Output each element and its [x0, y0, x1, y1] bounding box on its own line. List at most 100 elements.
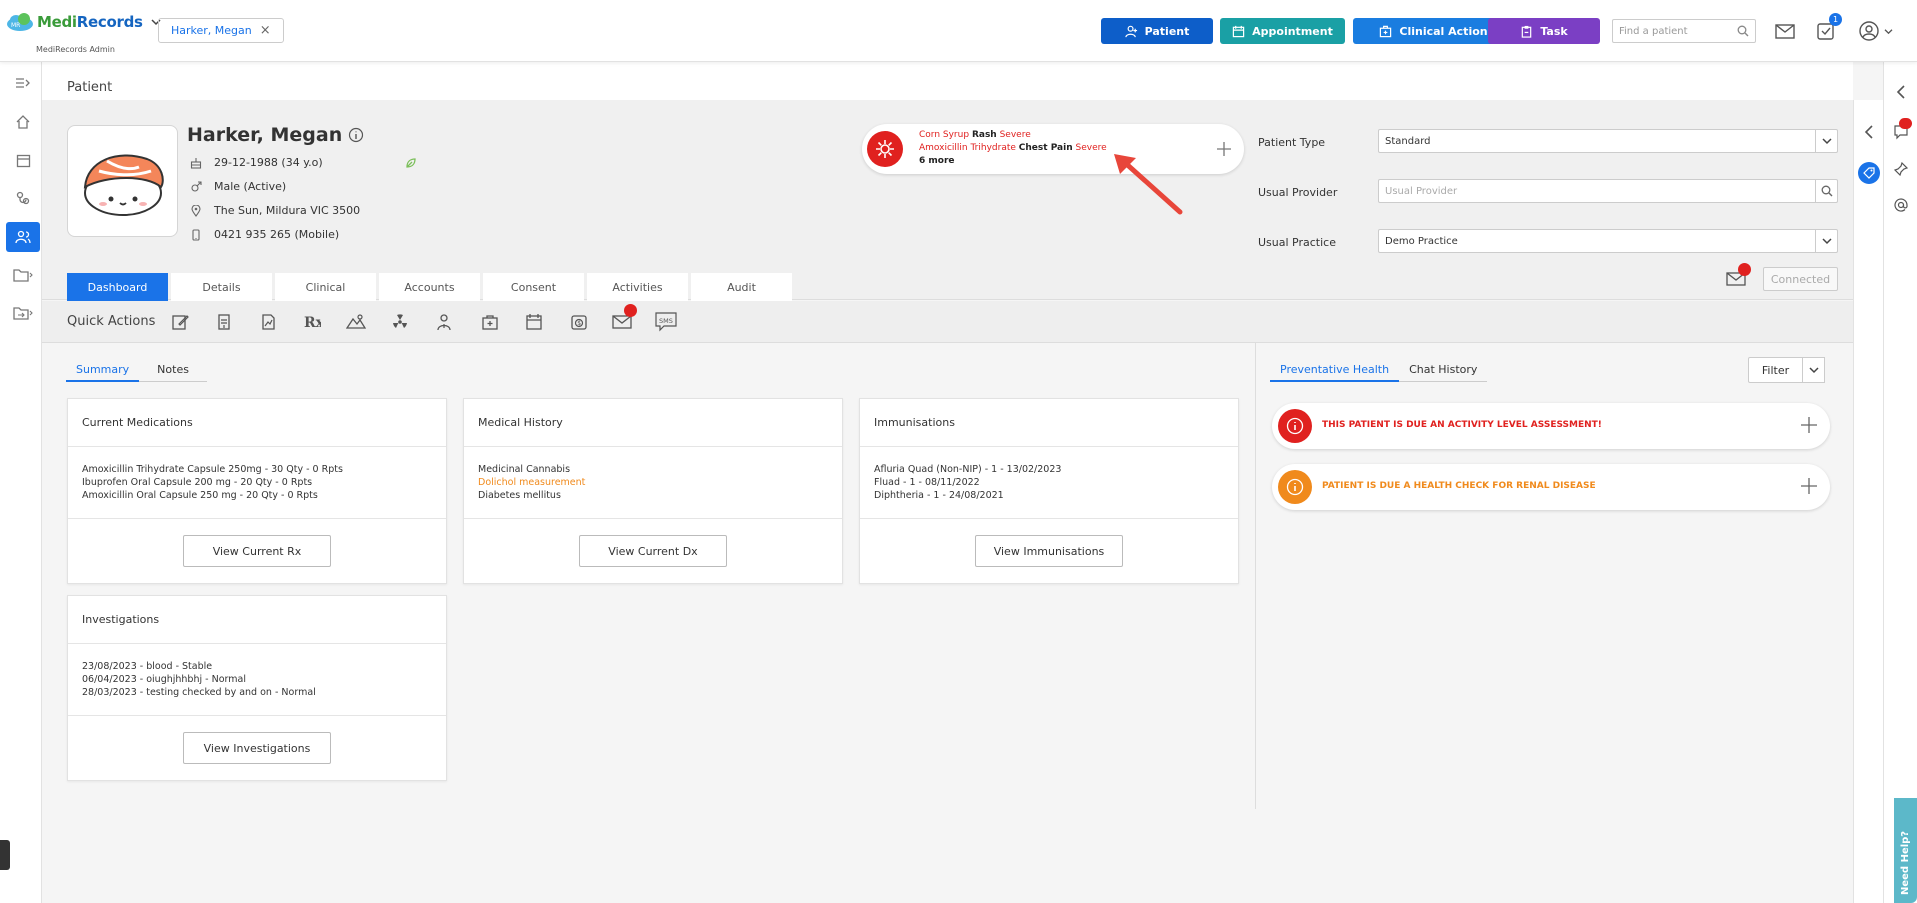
- rail-clinical[interactable]: [6, 183, 40, 213]
- tab-activities[interactable]: Activities: [587, 273, 688, 301]
- referral-icon[interactable]: [212, 310, 236, 334]
- appointment-button-label: Appointment: [1252, 24, 1333, 38]
- find-patient-input[interactable]: Find a patient: [1612, 19, 1756, 43]
- subtab-preventative-health[interactable]: Preventative Health: [1270, 358, 1400, 382]
- patient-phone-row: 0421 935 265 (Mobile): [190, 228, 339, 241]
- send-mail-icon[interactable]: 3: [610, 304, 637, 334]
- sms-icon[interactable]: SMS: [654, 310, 678, 334]
- view-immunisations-button[interactable]: View Immunisations: [975, 535, 1123, 567]
- tab-accounts[interactable]: Accounts: [379, 273, 480, 301]
- message-indicator[interactable]: 1: [1726, 263, 1751, 287]
- doctor-icon[interactable]: [432, 310, 456, 334]
- billing-icon[interactable]: $: [567, 310, 591, 334]
- rail-calendar[interactable]: [6, 145, 40, 175]
- usual-practice-value: Demo Practice: [1385, 235, 1458, 247]
- appointment-calendar-icon[interactable]: [522, 310, 546, 334]
- chevron-left-icon[interactable]: [1895, 84, 1907, 100]
- rail-home[interactable]: [6, 107, 40, 137]
- medical-history-card: Medical History Medicinal Cannabis Dolic…: [463, 398, 843, 584]
- tab-consent[interactable]: Consent: [483, 273, 584, 301]
- patient-button-label: Patient: [1144, 24, 1190, 38]
- at-mention-icon[interactable]: [1894, 198, 1908, 212]
- prescription-icon[interactable]: Rx: [300, 310, 324, 334]
- imaging-icon[interactable]: [344, 310, 368, 334]
- task-button[interactable]: Task: [1488, 18, 1600, 44]
- chevron-down-icon: [1815, 130, 1837, 152]
- info-icon[interactable]: [348, 127, 364, 143]
- pin-icon[interactable]: [1894, 162, 1908, 176]
- page-header-bar: [42, 62, 1853, 102]
- rail-folders[interactable]: [6, 260, 40, 290]
- search-icon[interactable]: [1815, 180, 1837, 202]
- tab-clinical[interactable]: Clinical: [275, 273, 376, 301]
- sushi-avatar-icon: [83, 154, 164, 216]
- view-investigations-button[interactable]: View Investigations: [183, 732, 331, 764]
- chevron-left-icon[interactable]: [1863, 124, 1875, 140]
- rail-collapse-toggle[interactable]: [6, 68, 40, 98]
- view-current-rx-button[interactable]: View Current Rx: [183, 535, 331, 567]
- app-logo[interactable]: MR MediRecords: [6, 12, 161, 32]
- annotation-arrow: [1114, 154, 1183, 215]
- radiation-icon[interactable]: [388, 310, 412, 334]
- card-body: Amoxicillin Trihydrate Capsule 250mg - 3…: [68, 447, 446, 519]
- patient-tabs: Dashboard Details Clinical Accounts Cons…: [67, 273, 792, 301]
- plus-icon[interactable]: [1216, 141, 1232, 157]
- subtab-summary[interactable]: Summary: [66, 358, 140, 382]
- patient-avatar[interactable]: [67, 125, 178, 237]
- preventative-alert-card[interactable]: PATIENT IS DUE A HEALTH CHECK FOR RENAL …: [1272, 464, 1830, 510]
- view-current-dx-button[interactable]: View Current Dx: [579, 535, 727, 567]
- subtab-notes[interactable]: Notes: [139, 358, 207, 382]
- allergy-icon: [867, 131, 903, 167]
- preventative-alert-card[interactable]: THIS PATIENT IS DUE AN ACTIVITY LEVEL AS…: [1272, 403, 1830, 449]
- svg-text:MR: MR: [11, 22, 20, 29]
- filter-button[interactable]: Filter: [1748, 357, 1803, 383]
- chart-document-icon[interactable]: [256, 310, 280, 334]
- svg-text:$: $: [577, 320, 581, 327]
- plus-icon[interactable]: [1800, 416, 1818, 434]
- mail-icon[interactable]: [1774, 20, 1796, 42]
- left-nav-rail: [0, 62, 42, 903]
- rail-patients[interactable]: [6, 222, 40, 252]
- notifications-indicator[interactable]: 11: [1893, 118, 1912, 140]
- cloud-logo-icon: MR: [7, 13, 33, 31]
- open-patient-tab[interactable]: Harker, Megan ×: [158, 18, 284, 43]
- tab-dashboard[interactable]: Dashboard: [67, 273, 168, 301]
- medical-kit-icon[interactable]: [478, 310, 502, 334]
- tasks-badge: 1: [1829, 13, 1842, 26]
- immunisations-card: Immunisations Afluria Quad (Non-NIP) - 1…: [859, 398, 1239, 584]
- subtab-chat-history[interactable]: Chat History: [1399, 358, 1488, 382]
- patient-type-select[interactable]: Standard: [1378, 129, 1838, 153]
- filter-dropdown[interactable]: Filter: [1748, 357, 1825, 383]
- usual-provider-input[interactable]: Usual Provider: [1378, 179, 1838, 203]
- list-item: 23/08/2023 - blood - Stable: [82, 661, 213, 672]
- user-menu[interactable]: [1858, 20, 1893, 42]
- svg-text:Rx: Rx: [304, 315, 321, 331]
- clipboard-icon: [1522, 25, 1532, 38]
- rail-exports[interactable]: [6, 298, 40, 328]
- tab-audit[interactable]: Audit: [691, 273, 792, 301]
- connected-status-button[interactable]: Connected: [1763, 267, 1838, 291]
- open-patient-tab-label: Harker, Megan: [171, 24, 252, 37]
- home-icon: [16, 115, 30, 129]
- allergy-more-link[interactable]: 6 more: [919, 155, 1107, 168]
- search-icon[interactable]: [1737, 25, 1749, 37]
- find-patient-placeholder: Find a patient: [1619, 25, 1688, 37]
- edit-note-icon[interactable]: [168, 310, 192, 334]
- panel-divider: [1255, 343, 1256, 809]
- tag-icon[interactable]: [1858, 162, 1880, 184]
- preventative-alert-text: PATIENT IS DUE A HEALTH CHECK FOR RENAL …: [1322, 481, 1596, 491]
- app-subtitle: MediRecords Admin: [36, 45, 115, 54]
- appointment-button[interactable]: Appointment: [1220, 18, 1345, 44]
- chevron-down-icon[interactable]: [1803, 357, 1825, 383]
- need-help-button[interactable]: Need Help?: [1894, 798, 1917, 903]
- tab-details[interactable]: Details: [171, 273, 272, 301]
- patient-button[interactable]: Patient: [1101, 18, 1213, 44]
- side-drawer-tab[interactable]: [0, 840, 10, 870]
- plus-icon[interactable]: [1800, 477, 1818, 495]
- usual-practice-label: Usual Practice: [1258, 236, 1336, 249]
- person-plus-icon: [1124, 25, 1137, 37]
- tasks-indicator[interactable]: 1: [1815, 13, 1842, 42]
- usual-practice-select[interactable]: Demo Practice: [1378, 229, 1838, 253]
- usual-provider-placeholder: Usual Provider: [1385, 185, 1458, 197]
- close-icon[interactable]: ×: [260, 23, 271, 38]
